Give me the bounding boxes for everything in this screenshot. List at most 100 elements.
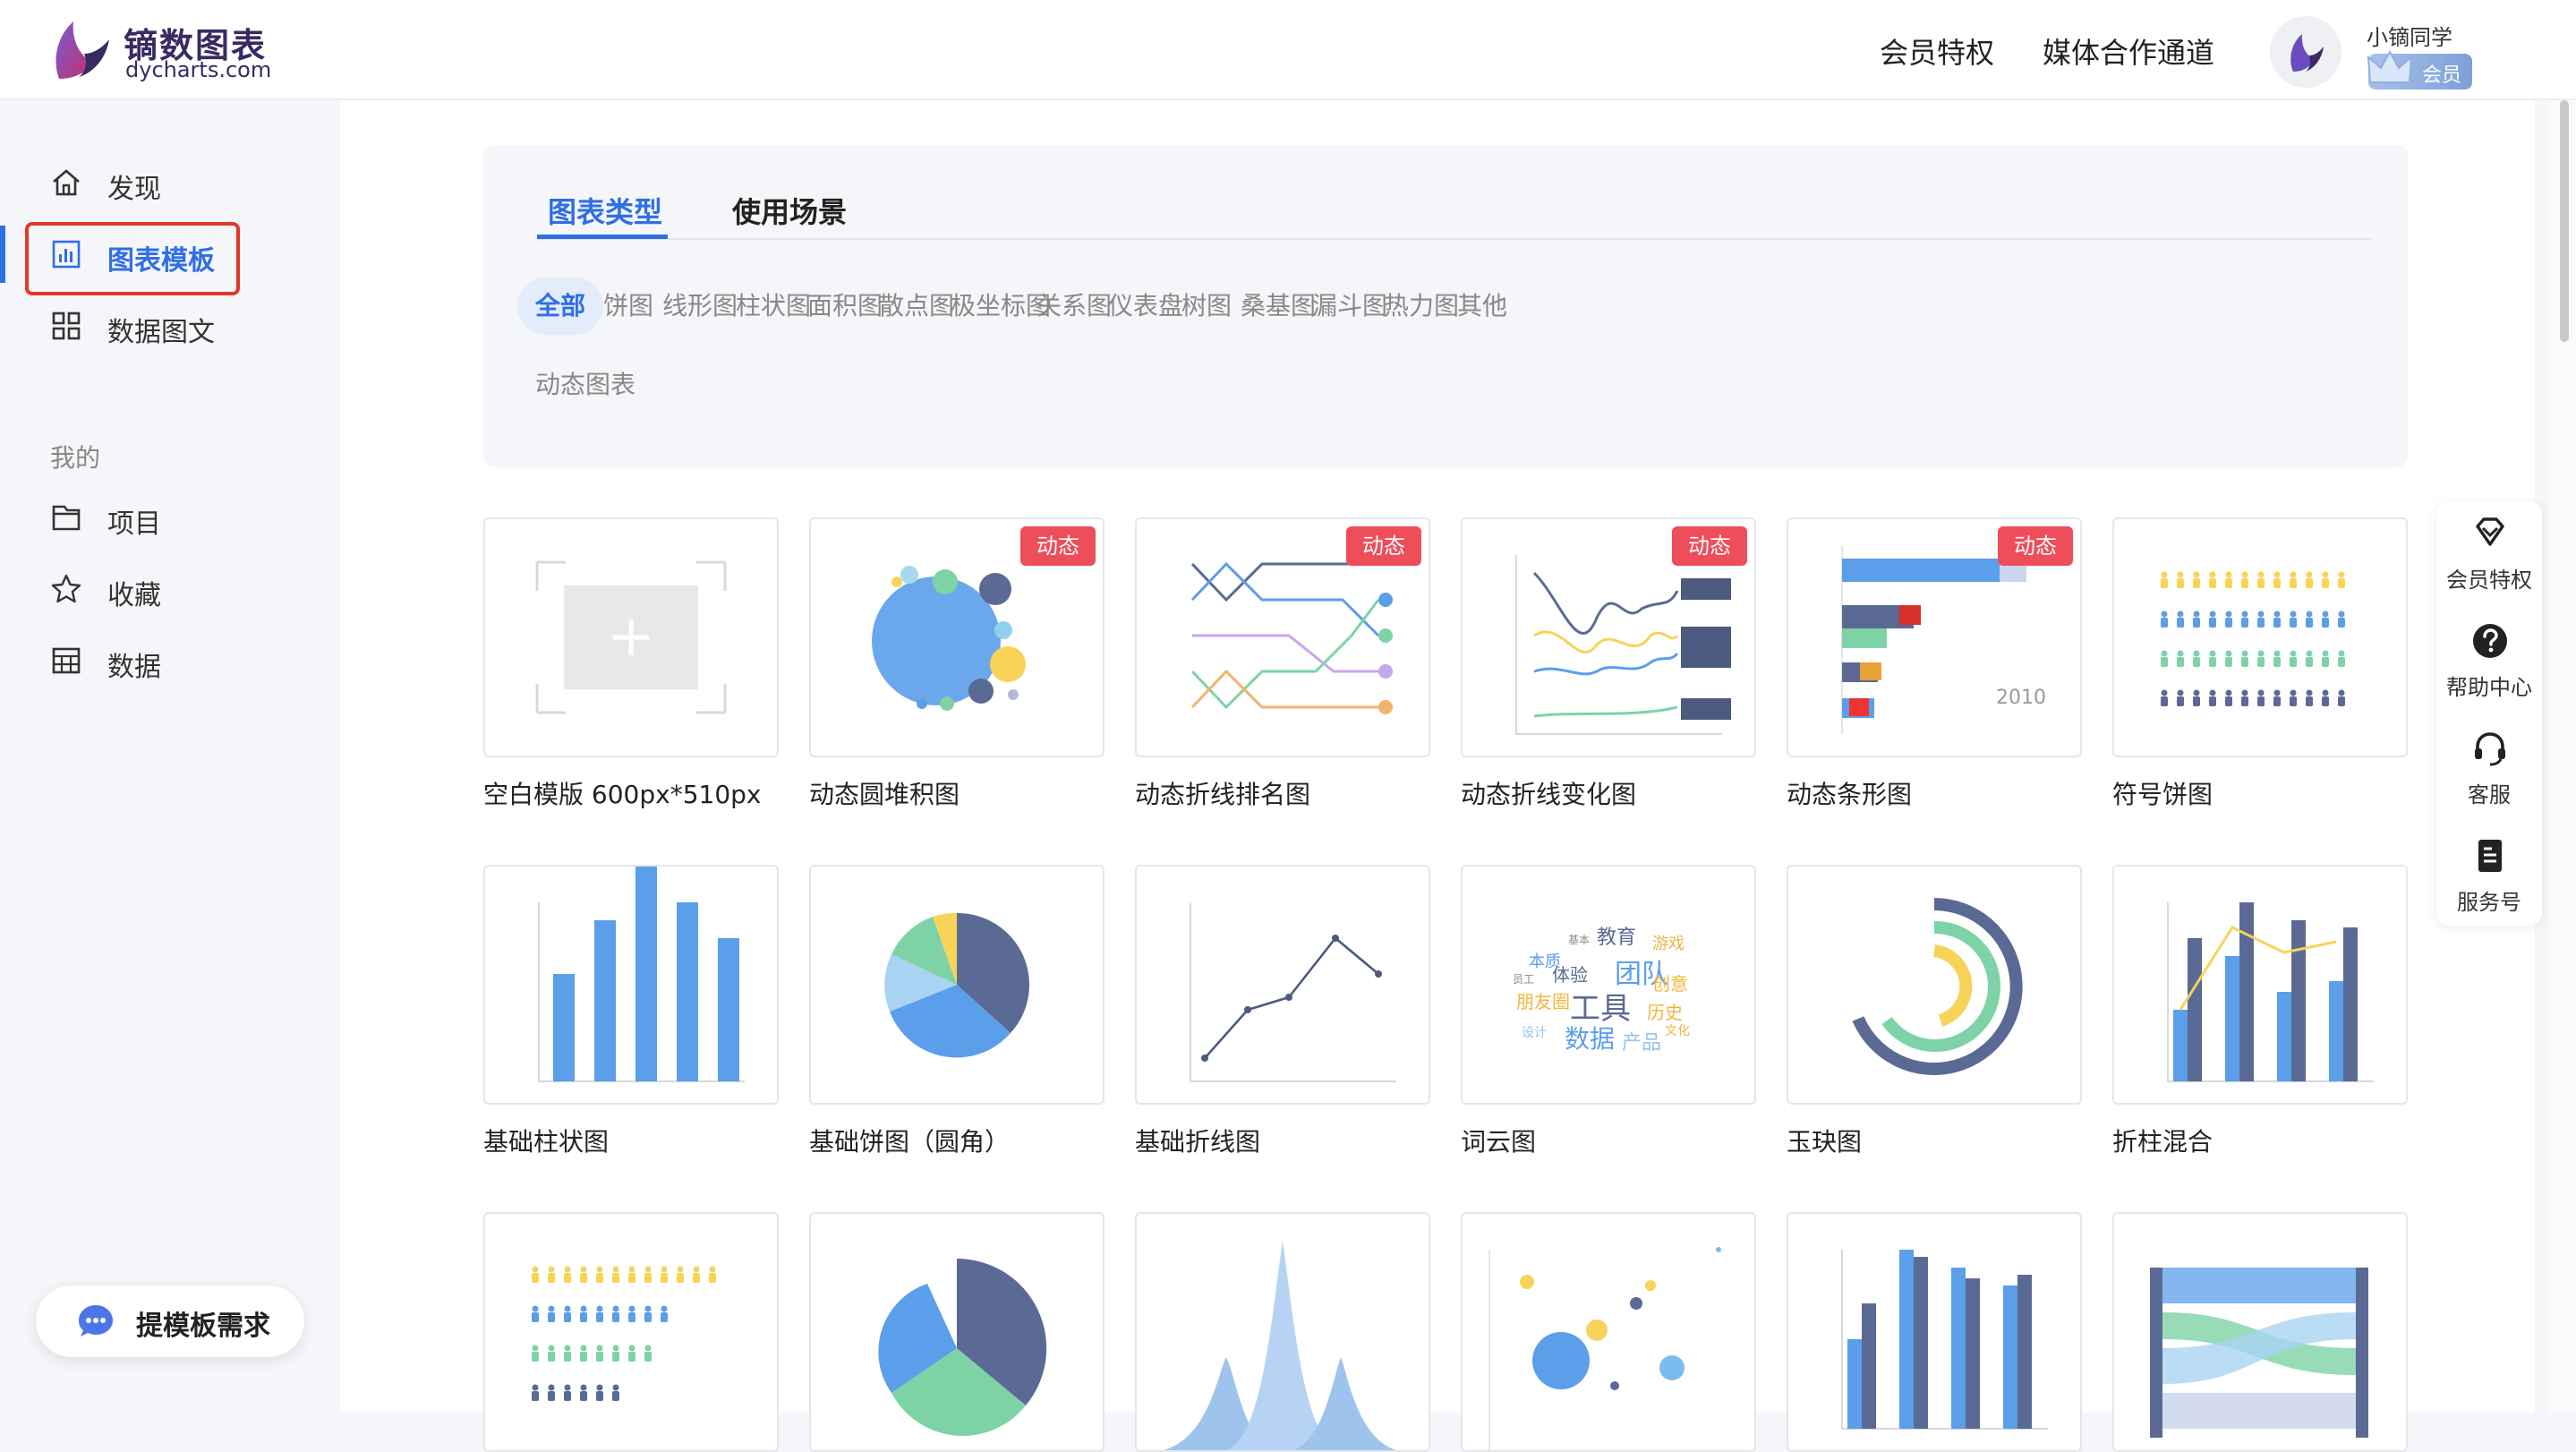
tab-active-underline xyxy=(537,235,668,239)
request-template-button[interactable]: 提模板需求 xyxy=(36,1285,304,1357)
template-title: 基础柱状图 xyxy=(483,1127,610,1157)
template-thumbnail xyxy=(1461,1212,1756,1452)
tab-chart-type[interactable]: 图表类型 xyxy=(548,190,662,231)
chart-preview xyxy=(1190,902,1396,1082)
sidebar-item-data-articles[interactable]: 数据图文 xyxy=(0,297,340,354)
template-thumbnail xyxy=(483,865,779,1105)
wordcloud-word: 创意 xyxy=(1652,973,1688,995)
wordcloud-word: 体验 xyxy=(1552,964,1588,986)
wordcloud-word: 基本 xyxy=(1568,934,1590,946)
template-title: 基础饼图（圆角） xyxy=(809,1127,1011,1157)
nav-media-cooperation[interactable]: 媒体合作通道 xyxy=(2043,30,2214,72)
sidebar-item-label: 数据图文 xyxy=(107,317,215,348)
template-thumbnail xyxy=(2112,865,2408,1105)
float-item-label: 服务号 xyxy=(2457,890,2521,915)
filter-chip[interactable]: 动态图表 xyxy=(517,356,653,414)
sidebar: 发现 图表模板 数据图文 我的 项目 收藏 数据 提模板需求 xyxy=(0,100,340,1413)
float-customer-service[interactable]: 客服 xyxy=(2436,720,2542,818)
dynamic-tag: 动态 xyxy=(1346,526,1421,566)
chart-preview xyxy=(1841,1250,2048,1430)
wordcloud-word: 游戏 xyxy=(1652,935,1685,953)
template-thumbnail xyxy=(483,1212,779,1452)
chart-preview xyxy=(1164,1241,1396,1450)
chart-preview xyxy=(1488,1247,1721,1450)
sidebar-section-title: 我的 xyxy=(50,443,101,473)
sidebar-item-label: 发现 xyxy=(107,174,161,205)
template-title: 动态条形图 xyxy=(1787,780,1913,809)
sidebar-item-favorites[interactable]: 收藏 xyxy=(0,560,340,618)
request-template-label: 提模板需求 xyxy=(136,1311,270,1342)
avatar[interactable] xyxy=(2270,16,2341,88)
template-thumbnail xyxy=(1787,1212,2082,1452)
sidebar-item-projects[interactable]: 项目 xyxy=(0,489,340,546)
wordcloud-word: 产品 xyxy=(1622,1032,1661,1055)
template-thumbnail xyxy=(1135,865,1430,1105)
template-title: 词云图 xyxy=(1461,1127,1537,1157)
chart-preview xyxy=(884,912,1029,1058)
help-icon xyxy=(2473,624,2507,658)
grid-icon xyxy=(52,312,81,340)
brand-domain: dycharts.com xyxy=(125,57,272,82)
avatar-logo-icon xyxy=(2290,34,2324,72)
template-thumbnail xyxy=(1135,1212,1430,1452)
template-thumbnail xyxy=(483,517,779,757)
chart-preview xyxy=(2150,1268,2368,1438)
float-item-label: 客服 xyxy=(2468,782,2511,807)
float-vip-privileges[interactable]: 会员特权 xyxy=(2436,505,2542,603)
filter-chip[interactable]: 其他 xyxy=(1439,278,1525,335)
template-thumbnail: 动态 xyxy=(1135,517,1430,757)
logo-icon xyxy=(55,21,109,79)
star-icon xyxy=(51,574,81,603)
page-scrollbar[interactable] xyxy=(2549,100,2576,1413)
top-header: 镝数图表 dycharts.com 会员特权 媒体合作通道 小镝同学 会员 xyxy=(0,0,2576,100)
tab-divider xyxy=(537,238,2372,240)
float-item-label: 会员特权 xyxy=(2446,568,2532,593)
float-item-label: 帮助中心 xyxy=(2446,675,2532,700)
template-thumbnail xyxy=(1787,865,2082,1105)
home-icon xyxy=(53,169,80,196)
dynamic-tag: 动态 xyxy=(1998,526,2073,566)
thumb-year-text: 2010 xyxy=(1996,687,2046,709)
wordcloud-word: 教育 xyxy=(1597,927,1636,949)
wordcloud-word: 朋友圈 xyxy=(1516,991,1570,1012)
sidebar-item-label: 数据 xyxy=(107,652,161,683)
scroll-thumb[interactable] xyxy=(2560,100,2569,342)
nav-vip-privileges[interactable]: 会员特权 xyxy=(1880,30,1994,72)
template-title: 动态圆堆积图 xyxy=(809,780,960,809)
crown-icon xyxy=(2367,49,2413,83)
template-title: 符号饼图 xyxy=(2112,780,2213,809)
wordcloud-word: 工具 xyxy=(1570,991,1631,1027)
wordcloud-word: 历史 xyxy=(1647,1002,1683,1023)
chart-preview xyxy=(2167,902,2374,1082)
document-icon xyxy=(2478,840,2502,872)
main-content: 图表类型 使用场景 全部 饼图 线形图 柱状图 面积图 散点图 极坐标图 关系图 仪表盘 树图 桑基… xyxy=(340,100,2535,1452)
template-thumbnail: 动态 xyxy=(1461,517,1756,757)
wordcloud-word: 员工 xyxy=(1513,973,1534,986)
template-title: 动态折线排名图 xyxy=(1135,780,1311,809)
vip-badge: 会员 xyxy=(2367,49,2472,90)
chart-preview xyxy=(535,560,727,714)
template-thumbnail xyxy=(809,865,1105,1105)
float-help-center[interactable]: 帮助中心 xyxy=(2436,612,2542,711)
folder-icon xyxy=(52,505,81,531)
template-title: 动态折线变化图 xyxy=(1461,780,1637,809)
template-title: 基础折线图 xyxy=(1135,1127,1261,1157)
chart-preview xyxy=(1852,898,2023,1075)
filter-panel: 图表类型 使用场景 全部 饼图 线形图 柱状图 面积图 散点图 极坐标图 关系图 仪表盘 树图 桑基… xyxy=(483,145,2408,467)
chat-bubble-icon xyxy=(79,1305,113,1337)
template-thumbnail xyxy=(2112,517,2408,757)
brand-logo[interactable]: 镝数图表 dycharts.com xyxy=(52,18,285,82)
sidebar-item-label: 收藏 xyxy=(107,580,161,611)
template-title: 折柱混合 xyxy=(2112,1127,2213,1157)
wordcloud-word: 设计 xyxy=(1522,1026,1547,1040)
chart-preview xyxy=(2161,571,2345,706)
vip-badge-label: 会员 xyxy=(2421,64,2461,87)
diamond-icon xyxy=(2476,517,2504,546)
wordcloud-word: 数据 xyxy=(1565,1024,1615,1054)
float-service-account[interactable]: 服务号 xyxy=(2436,827,2542,926)
highlight-box xyxy=(25,222,240,295)
sidebar-item-discover[interactable]: 发现 xyxy=(0,154,340,211)
tab-use-scenario[interactable]: 使用场景 xyxy=(732,190,847,231)
sidebar-item-data[interactable]: 数据 xyxy=(0,632,340,689)
template-title: 玉玦图 xyxy=(1787,1127,1863,1157)
